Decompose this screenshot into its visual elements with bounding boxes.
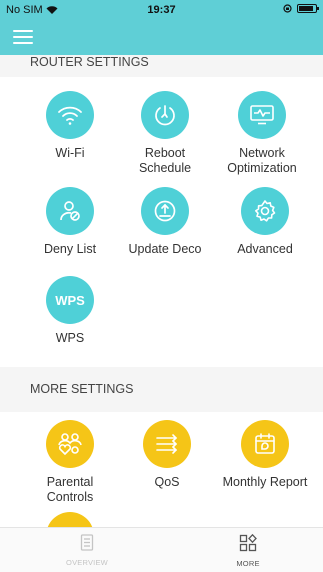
wps-label: WPS [55,331,85,345]
tab-more-label: MORE [236,559,260,568]
wifi-tile[interactable]: Wi-Fi [22,91,118,161]
deny-list-label: Deny List [43,242,97,256]
partially-visible-tile[interactable] [22,512,118,527]
tab-overview[interactable]: OVERVIEW [47,534,127,567]
clock: 19:37 [147,4,176,16]
qos-tile[interactable]: QoS [119,420,215,490]
qos-arrows-icon [143,420,191,468]
more-settings-header: MORE SETTINGS [0,367,323,412]
advanced-tile[interactable]: Advanced [217,187,313,257]
upload-icon [141,187,189,235]
status-right [283,4,319,13]
parental-controls-label: Parental Controls [46,475,94,504]
blocked-user-icon [46,187,94,235]
advanced-label: Advanced [237,242,293,256]
deny-list-tile[interactable]: Deny List [22,187,118,257]
battery-icon [297,4,319,13]
monthly-report-label: Monthly Report [222,475,308,489]
monitor-pulse-icon [238,91,286,139]
update-deco-label: Update Deco [128,242,202,256]
app-header [0,20,323,55]
settings-scroll-area[interactable]: ROUTER SETTINGS Wi-Fi Reboot Schedule Ne… [0,55,323,527]
router-settings-header: ROUTER SETTINGS [30,55,149,69]
calendar-report-icon [241,420,289,468]
power-clock-icon [141,91,189,139]
parental-controls-tile[interactable]: Parental Controls [22,420,118,505]
router-settings-card: Wi-Fi Reboot Schedule Network Optimizati… [0,77,323,367]
reboot-schedule-tile[interactable]: Reboot Schedule [117,91,213,176]
update-deco-tile[interactable]: Update Deco [117,187,213,257]
partial-icon [46,512,94,527]
more-settings-card: Parental Controls QoS Monthly Report [0,412,323,527]
wifi-icon [46,91,94,139]
tab-more[interactable]: MORE [208,533,288,568]
family-icon [46,420,94,468]
hamburger-menu-icon[interactable] [13,30,33,46]
wps-tile[interactable]: WPS WPS [22,276,118,346]
orientation-lock-icon [283,4,292,13]
grid-diamond-icon [239,533,257,552]
bottom-tab-bar: OVERVIEW MORE [0,527,323,572]
gear-icon [241,187,289,235]
qos-label: QoS [154,475,180,489]
network-optimization-label: Network Optimization [227,146,297,175]
reboot-schedule-label: Reboot Schedule [138,146,192,175]
monthly-report-tile[interactable]: Monthly Report [212,420,318,490]
document-icon [80,534,94,551]
network-optimization-tile[interactable]: Network Optimization [212,91,312,176]
wifi-label: Wi-Fi [55,146,85,160]
tab-overview-label: OVERVIEW [66,558,108,567]
status-bar: No SIM 19:37 [0,0,323,20]
wps-icon: WPS [46,276,94,324]
